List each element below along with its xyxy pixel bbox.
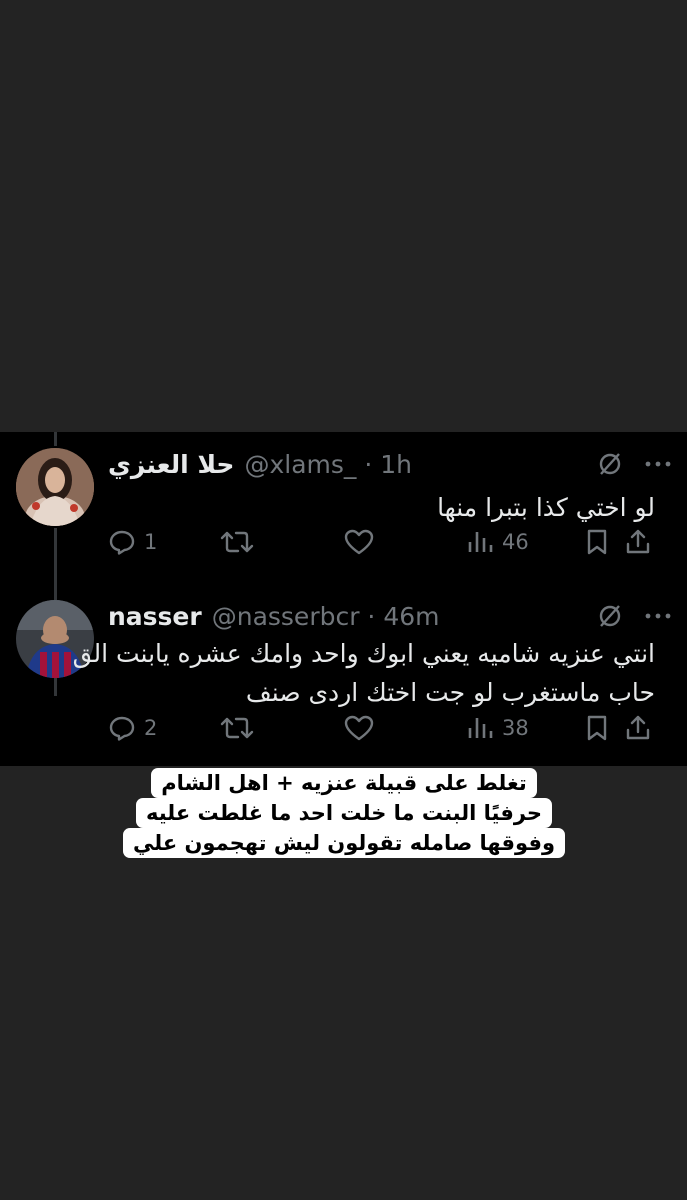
share-icon [626,529,650,554]
tweet-1-handle[interactable]: @xlams_ · 1h [244,450,412,479]
share-button[interactable] [624,710,652,746]
caption-line-2: حرفيًا البنت ما خلت احد ما غلطت عليه [135,798,553,828]
caption-line-3: وفوقها صامله تقولون ليش تهجمون علي [123,828,566,858]
tweet-thread-card: حلا العنزي @xlams_ · 1h لو اختي كذا بتبر… [0,432,687,766]
views-count: 46 [502,530,529,554]
tweet-1-actions: 1 46 [108,524,669,560]
avatar-hala-image [16,448,94,526]
bookmark-button[interactable] [584,524,610,560]
tweet-1-header-icons [597,446,671,482]
bookmark-icon [587,715,607,741]
share-button[interactable] [624,524,652,560]
bookmark-button[interactable] [584,710,610,746]
views-icon [468,718,493,738]
tweet-1-name[interactable]: حلا العنزي [108,450,234,479]
more-icon[interactable] [645,612,671,620]
share-icon [626,715,650,740]
grok-icon[interactable] [597,451,623,477]
grok-icon[interactable] [597,603,623,629]
reply-icon [109,530,135,555]
like-button[interactable] [344,524,374,560]
reply-button[interactable]: 1 [108,524,157,560]
views-button[interactable]: 46 [466,524,529,560]
views-count: 38 [502,716,529,740]
heart-icon [344,715,374,741]
avatar-hala[interactable] [16,448,94,526]
reply-icon [109,716,135,741]
tweet-2-name[interactable]: nasser [108,602,202,631]
tweet-2-text-line-2: حاب ماستغرب لو جت اختك اردى صنف [245,678,655,707]
tweet-2-actions: 2 38 [108,710,669,746]
retweet-button[interactable] [220,524,254,560]
tweet-2-text: انتي عنزيه شاميه يعني ابوك واحد وامك عشر… [73,634,655,712]
reply-count: 2 [144,716,158,740]
bookmark-icon [587,529,607,555]
tweet-2-handle[interactable]: @nasserbcr · 46m [212,602,440,631]
like-button[interactable] [344,710,374,746]
tweet-1[interactable]: حلا العنزي @xlams_ · 1h لو اختي كذا بتبر… [0,432,687,582]
tweet-2-header: nasser @nasserbcr · 46m [108,598,671,634]
tweet-1-header: حلا العنزي @xlams_ · 1h [108,446,671,482]
more-icon[interactable] [645,460,671,468]
retweet-icon [220,531,254,553]
story-caption: تغلط على قبيلة عنزيه + اهل الشام حرفيًا … [123,768,566,858]
views-button[interactable]: 38 [466,710,529,746]
retweet-button[interactable] [220,710,254,746]
heart-icon [344,529,374,555]
tweet-1-text: لو اختي كذا بتبرا منها [437,493,655,522]
tweet-2[interactable]: nasser @nasserbcr · 46m انتي عنزيه شاميه… [0,598,687,766]
retweet-icon [220,717,254,739]
reply-button[interactable]: 2 [108,710,157,746]
tweet-2-text-line-1: انتي عنزيه شاميه يعني ابوك واحد وامك عشر… [72,639,655,668]
reply-count: 1 [144,530,158,554]
caption-line-1: تغلط على قبيلة عنزيه + اهل الشام [151,768,537,798]
views-icon [468,532,493,552]
tweet-2-header-icons [597,598,671,634]
